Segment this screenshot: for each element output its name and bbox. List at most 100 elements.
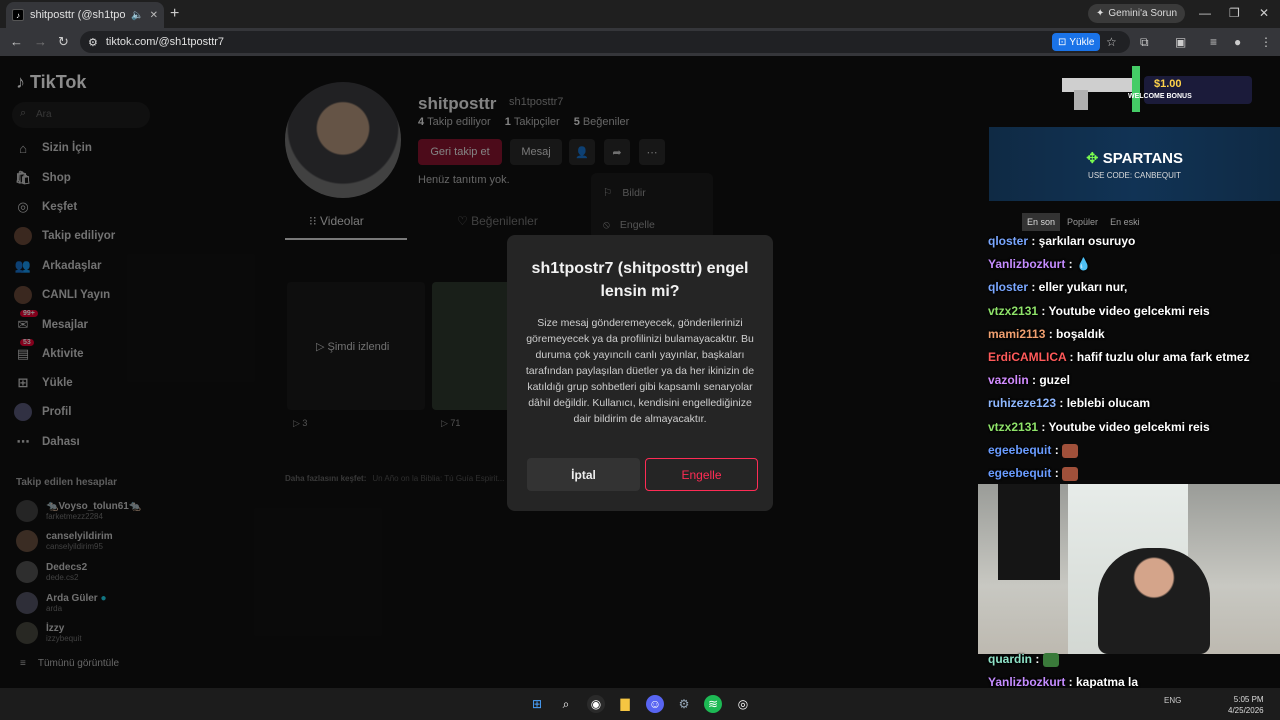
chat-text: : leblebi olucam <box>1056 396 1151 411</box>
taskbar: ⊞ ⌕ ◉ ▇ ☺ ⚙ ≋ ◎ ENG 5:05 PM 4/25/2026 <box>0 688 1280 720</box>
url-text: tiktok.com/@sh1tposttr7 <box>105 36 225 48</box>
screen: ♪ shitposttr (@sh1tposttr7) | T 🔈 ✕ + ✦ … <box>0 0 1280 720</box>
bookmark-star-icon[interactable]: ☆ <box>1106 35 1117 49</box>
chat-username[interactable]: ErdiCAMLICA <box>988 350 1066 364</box>
chat-emote-icon <box>1042 652 1059 667</box>
casino-ad-banner: $1.00 WELCOME BONUS <box>1062 64 1258 114</box>
browser-tab-bar: ♪ shitposttr (@sh1tposttr7) | T 🔈 ✕ + ✦ … <box>0 0 1280 28</box>
close-tab-icon[interactable]: ✕ <box>150 10 158 21</box>
sponsor-brand-text: SPARTANS <box>1102 149 1184 167</box>
block-confirm-dialog: sh1tpostr7 (shitposttr) engel lensin mi?… <box>507 235 773 511</box>
sparkle-icon: ✦ <box>1096 8 1105 19</box>
wall-poster <box>998 484 1060 580</box>
tab-title: shitposttr (@sh1tposttr7) | T <box>30 9 126 21</box>
chat-username[interactable]: qloster <box>988 280 1028 294</box>
chat-text: : <box>1051 442 1063 457</box>
clock-time: 5:05 PM <box>1233 695 1264 704</box>
file-explorer-icon[interactable]: ▇ <box>616 695 634 713</box>
chat-text: : hafif tuzlu olur ama fark etmez <box>1066 350 1250 364</box>
browser-tab[interactable]: ♪ shitposttr (@sh1tposttr7) | T 🔈 ✕ <box>6 2 164 28</box>
chat-text: : şarkıları osuruyo <box>1028 234 1136 248</box>
chat-message: vazolin : guzel <box>988 373 1070 387</box>
ad-welcome: WELCOME BONUS <box>1128 93 1192 100</box>
chat-message: Yanlizbozkurt : kapatma la <box>988 675 1138 689</box>
chat-message: egeebequit : <box>988 442 1079 458</box>
stream-chat: qloster : şarkıları osuruyo Yanlizbozkurt… <box>988 234 1280 482</box>
chat-text: : <box>1032 652 1043 666</box>
chat-username[interactable]: Yanlizbozkurt <box>988 257 1065 271</box>
sponsor-code: USE CODE: CANBEQUIT <box>1088 170 1181 180</box>
chat-message: quardin : <box>988 652 1059 667</box>
install-icon: ⊡ <box>1058 36 1067 48</box>
chat-emote-icon <box>1062 443 1079 458</box>
speaker-icon[interactable]: 🔈 <box>131 10 143 21</box>
minimize-icon[interactable]: — <box>1199 6 1211 20</box>
chat-username[interactable]: vtzx2131 <box>988 304 1038 318</box>
sidepanel-icon[interactable]: ▣ <box>1175 35 1186 49</box>
chat-text: : Youtube video gelcekmi reis <box>1038 303 1210 318</box>
chrome-icon[interactable]: ◉ <box>587 695 605 713</box>
site-info-icon[interactable]: ⚙ <box>88 36 98 49</box>
search-icon[interactable]: ⌕ <box>557 695 575 713</box>
restore-icon[interactable]: ❐ <box>1229 6 1240 20</box>
chat-text: : eller yukarı nur, <box>1028 280 1128 295</box>
obs-icon[interactable]: ◎ <box>734 695 752 713</box>
chat-text: : kapatma la <box>1065 675 1139 689</box>
chat-message: Yanlizbozkurt : 💧 <box>988 257 1091 271</box>
dialog-title: sh1tpostr7 (shitposttr) engel lensin mi? <box>531 260 749 300</box>
streamer <box>1098 548 1210 654</box>
chat-tab-popular[interactable]: Popüler <box>1062 213 1103 231</box>
browser-toolbar: ← → ↻ ⚙ tiktok.com/@sh1tposttr7 ⊡ Yükle … <box>0 28 1280 56</box>
forward-icon[interactable]: → <box>34 34 47 49</box>
chat-tab-latest[interactable]: En son <box>1022 213 1061 231</box>
chat-username[interactable]: egeebequit <box>988 466 1051 480</box>
menu-icon[interactable]: ⋮ <box>1260 35 1272 49</box>
gemini-button[interactable]: ✦ Gemini'a Sorun <box>1088 4 1185 23</box>
back-icon[interactable]: ← <box>10 34 23 49</box>
spotify-icon[interactable]: ≋ <box>704 695 722 713</box>
chat-text: : Youtube video gelcekmi reis <box>1038 419 1210 434</box>
chat-emote-icon <box>1062 466 1079 481</box>
chat-text: : boşaldık <box>1045 326 1105 341</box>
gemini-label: Gemini'a Sorun <box>1108 8 1177 19</box>
new-tab-icon[interactable]: + <box>170 5 179 23</box>
reload-icon[interactable]: ↻ <box>58 34 69 50</box>
dialog-body: Size mesaj gönderemeyecek, gönderilerini… <box>525 317 755 425</box>
chat-username[interactable]: vtzx2131 <box>988 420 1038 434</box>
chat-username[interactable]: ruhizeze123 <box>988 396 1056 410</box>
address-bar[interactable]: ⚙ tiktok.com/@sh1tposttr7 <box>80 31 1130 53</box>
sponsor-logo-icon: ✥ <box>1085 149 1099 167</box>
chat-username[interactable]: egeebequit <box>988 443 1051 457</box>
discord-icon[interactable]: ☺ <box>646 695 664 713</box>
windows-start-icon[interactable]: ⊞ <box>528 695 546 713</box>
chat-username[interactable]: qloster <box>988 234 1028 248</box>
chat-message: vtzx2131 : Youtube video gelcekmi reis <box>988 304 1210 318</box>
chat-username[interactable]: quardin <box>988 652 1032 666</box>
steam-icon[interactable]: ⚙ <box>675 695 693 713</box>
clock-date: 4/25/2026 <box>1228 706 1264 715</box>
close-window-icon[interactable]: ✕ <box>1259 6 1269 20</box>
chat-message: mami2113 : boşaldık <box>988 327 1105 341</box>
install-app-button[interactable]: ⊡ Yükle <box>1052 33 1101 51</box>
chat-tab-oldest[interactable]: En eski <box>1105 213 1145 231</box>
extensions-icon[interactable]: ⧉ <box>1140 35 1149 50</box>
block-button[interactable]: Engelle <box>645 458 758 491</box>
chat-username[interactable]: Yanlizbozkurt <box>988 675 1065 689</box>
chat-username[interactable]: vazolin <box>988 373 1029 387</box>
ad-bonus: $1.00 <box>1154 78 1182 90</box>
chat-message: qloster : şarkıları osuruyo <box>988 234 1135 248</box>
sponsor-banner: ✥ SPARTANS USE CODE: CANBEQUIT <box>989 127 1280 201</box>
chat-sort-tabs: En son Popüler En eski <box>1022 213 1145 231</box>
chat-message: ErdiCAMLICA : hafif tuzlu olur ama fark … <box>988 350 1250 364</box>
reading-list-icon[interactable]: ≡ <box>1210 35 1217 49</box>
chat-message: qloster : eller yukarı nur, <box>988 280 1127 294</box>
system-clock[interactable]: 5:05 PM 4/25/2026 <box>1228 694 1264 716</box>
language-indicator[interactable]: ENG <box>1164 696 1181 705</box>
cancel-button[interactable]: İptal <box>527 458 640 491</box>
chat-message: ruhizeze123 : leblebi olucam <box>988 396 1150 410</box>
chat-text: : 💧 <box>1065 257 1091 272</box>
webcam-overlay <box>978 484 1280 654</box>
chat-username[interactable]: mami2113 <box>988 327 1045 341</box>
profile-icon[interactable]: ● <box>1234 35 1241 49</box>
chat-text: : guzel <box>1028 373 1071 388</box>
